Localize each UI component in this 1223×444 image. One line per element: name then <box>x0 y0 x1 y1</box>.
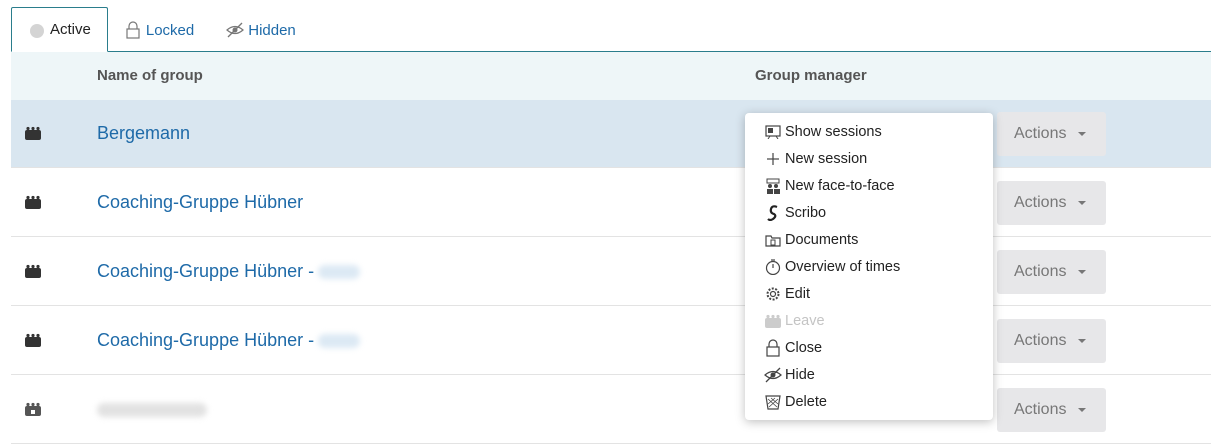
people-icon <box>764 177 782 195</box>
menu-item-label: Scribo <box>785 204 827 221</box>
menu-item-label: Edit <box>785 285 810 302</box>
group-link[interactable]: Bergemann <box>97 123 190 144</box>
menu-item-delete[interactable]: Delete <box>745 388 993 415</box>
folder-icon <box>764 231 782 249</box>
group-link[interactable]: Coaching-Gruppe Hübner <box>97 192 303 213</box>
actions-dropdown-menu: Show sessions New session New face-to-fa… <box>745 113 993 420</box>
group-icon <box>25 333 41 347</box>
caret-down-icon <box>1078 132 1087 136</box>
actions-label: Actions <box>1014 401 1067 418</box>
menu-item-hide[interactable]: Hide <box>745 361 993 388</box>
tab-active[interactable]: Active <box>11 7 108 52</box>
column-header-manager: Group manager <box>755 67 867 84</box>
redacted-text <box>318 265 361 280</box>
eye-slash-icon <box>226 21 245 39</box>
tab-label: Hidden <box>248 21 296 39</box>
actions-button[interactable]: Actions <box>997 112 1106 156</box>
menu-item-documents[interactable]: Documents <box>745 226 993 253</box>
redacted-text <box>97 403 207 417</box>
caret-down-icon <box>1078 201 1087 205</box>
stopwatch-icon <box>764 258 782 276</box>
menu-item-new-face-to-face[interactable]: New face-to-face <box>745 172 993 199</box>
menu-item-edit[interactable]: Edit <box>745 280 993 307</box>
group-icon <box>25 126 41 140</box>
actions-label: Actions <box>1014 332 1067 349</box>
menu-item-label: Leave <box>785 312 825 329</box>
menu-item-label: New session <box>785 150 868 167</box>
group-link[interactable]: Coaching-Gruppe Hübner - <box>97 261 314 281</box>
redacted-text <box>318 334 361 349</box>
menu-item-label: Delete <box>785 393 827 410</box>
table-row[interactable]: Bergemann Actions <box>11 100 1211 168</box>
group-icon <box>25 264 41 278</box>
plus-icon <box>764 150 782 168</box>
eye-slash-icon <box>764 366 782 384</box>
actions-label: Actions <box>1014 263 1067 280</box>
menu-item-label: Overview of times <box>785 258 901 275</box>
menu-item-leave[interactable]: Leave <box>745 307 993 334</box>
tab-label: Active <box>50 21 91 38</box>
menu-item-new-session[interactable]: New session <box>745 145 993 172</box>
column-header-name: Name of group <box>97 67 203 84</box>
actions-button[interactable]: Actions <box>997 319 1106 363</box>
actions-button[interactable]: Actions <box>997 250 1106 294</box>
lock-icon <box>124 21 142 39</box>
menu-item-label: Hide <box>785 366 815 383</box>
tab-label: Locked <box>145 21 195 39</box>
group-locked-icon <box>25 402 41 416</box>
menu-item-label: Show sessions <box>785 123 882 140</box>
table-row[interactable]: Coaching-Gruppe Hübner Actions <box>11 169 1211 237</box>
menu-item-overview-of-times[interactable]: Overview of times <box>745 253 993 280</box>
table-header: Name of group Group manager <box>11 52 1211 100</box>
lock-icon <box>764 338 782 357</box>
caret-down-icon <box>1078 270 1087 274</box>
menu-item-label: Close <box>785 339 823 356</box>
menu-item-scribo[interactable]: Scribo <box>745 199 993 226</box>
group-icon <box>25 195 41 209</box>
gear-icon <box>764 285 782 303</box>
menu-item-show-sessions[interactable]: Show sessions <box>745 118 993 145</box>
table-row[interactable]: Actions <box>11 376 1211 444</box>
presentation-icon <box>764 123 782 141</box>
menu-item-close[interactable]: Close <box>745 334 993 361</box>
actions-button[interactable]: Actions <box>997 388 1106 432</box>
menu-item-label: New face-to-face <box>785 177 895 194</box>
caret-down-icon <box>1078 408 1087 412</box>
menu-item-label: Documents <box>785 231 859 248</box>
trash-icon <box>764 393 782 411</box>
table-row[interactable]: Coaching-Gruppe Hübner - Actions <box>11 307 1211 375</box>
tab-hidden[interactable]: Hidden <box>210 8 312 52</box>
caret-down-icon <box>1078 339 1087 343</box>
actions-label: Actions <box>1014 194 1067 211</box>
circle-icon <box>28 21 46 39</box>
actions-button[interactable]: Actions <box>997 181 1106 225</box>
group-link-wrapper: Coaching-Gruppe Hübner - <box>97 261 361 282</box>
group-icon <box>764 312 782 330</box>
scribo-icon <box>764 204 782 222</box>
tab-locked[interactable]: Locked <box>108 8 210 52</box>
table-row[interactable]: Coaching-Gruppe Hübner - Actions <box>11 238 1211 306</box>
group-link-wrapper: Coaching-Gruppe Hübner - <box>97 330 361 351</box>
tab-bar: Active Locked Hidden <box>11 7 312 52</box>
actions-label: Actions <box>1014 125 1067 142</box>
group-link[interactable]: Coaching-Gruppe Hübner - <box>97 330 314 350</box>
